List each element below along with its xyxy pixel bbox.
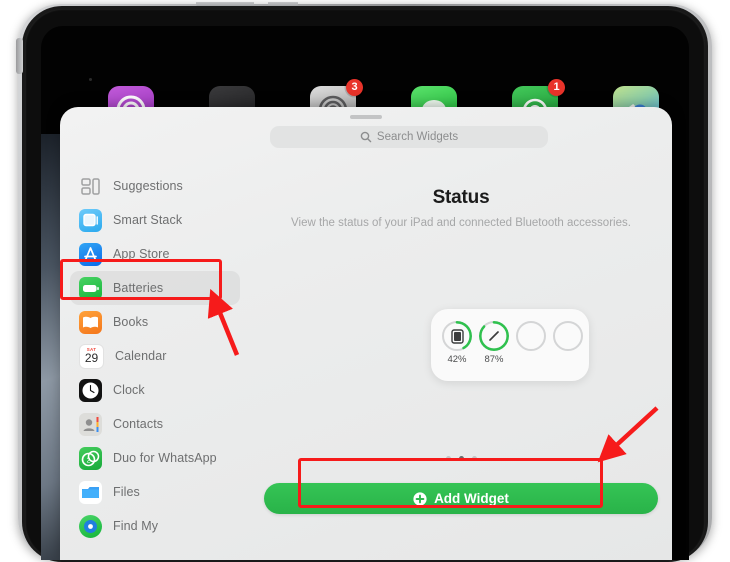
screenshot-root: tv 3 1 [0, 0, 730, 562]
arrow-to-batteries [207, 288, 240, 356]
arrow-to-add-widget [597, 406, 659, 463]
annotation-arrows [207, 288, 659, 463]
